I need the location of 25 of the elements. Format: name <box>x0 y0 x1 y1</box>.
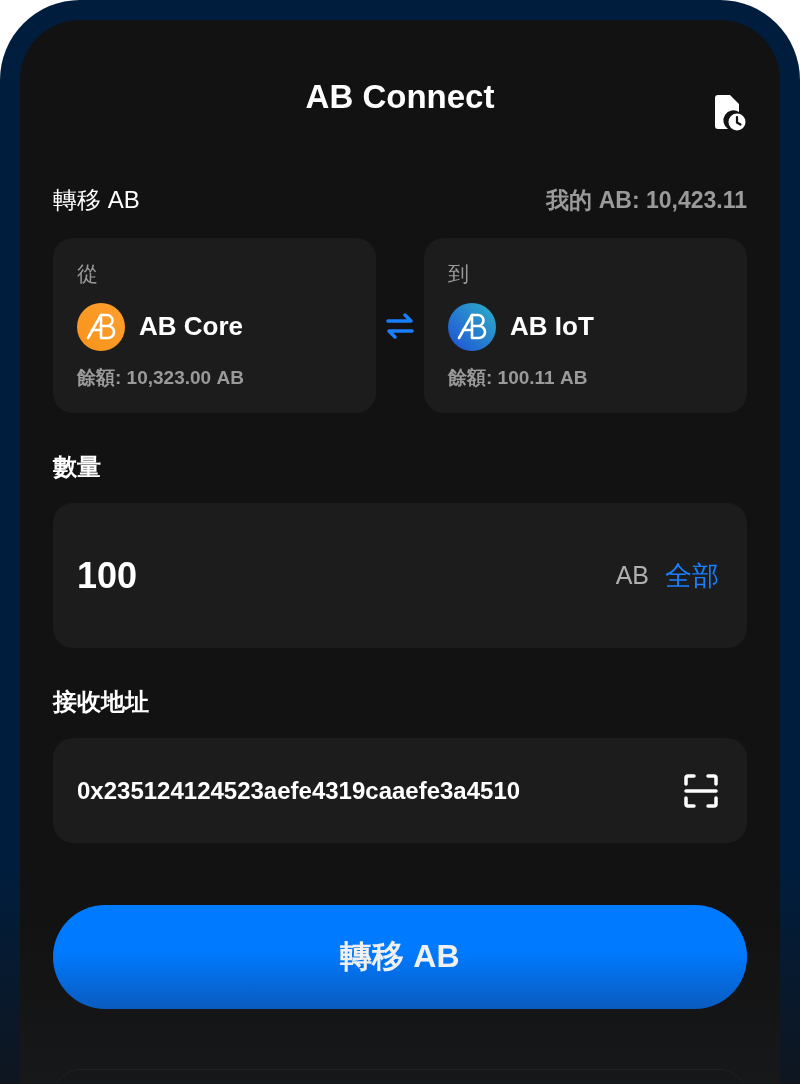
coin-logo-icon <box>448 302 496 351</box>
account-balance: 餘額: 10,323.00 AB <box>77 366 245 390</box>
address-value: 0x235124124523aefe4319caaefe3a4510 <box>77 776 522 805</box>
amount-field[interactable]: 100 AB 全部 <box>53 503 747 648</box>
field-label: 數量 <box>53 452 102 482</box>
account-card[interactable]: 從 AB Core 餘額: 10,323.00 AB <box>53 238 376 413</box>
max-button[interactable]: 全部 <box>665 557 719 594</box>
scan-icon[interactable] <box>683 772 719 809</box>
account-name: AB Core <box>139 311 243 342</box>
card-label: 到 <box>448 261 470 287</box>
section-title: 轉移 AB <box>53 185 140 215</box>
transfer-button[interactable]: 轉移 AB <box>53 905 747 1009</box>
amount-value: 100 <box>77 554 139 597</box>
account-name: AB IoT <box>510 311 594 342</box>
coin-logo-icon <box>77 302 125 351</box>
swap-icon[interactable] <box>385 311 415 340</box>
card-label: 從 <box>77 261 99 287</box>
history-icon[interactable] <box>713 94 747 132</box>
account-balance: 餘額: 100.11 AB <box>448 366 589 390</box>
field-label: 接收地址 <box>53 687 150 717</box>
account-card[interactable]: 到 AB IoT 餘額: 100.11 AB <box>424 238 747 413</box>
address-field[interactable]: 0x235124124523aefe4319caaefe3a4510 <box>53 738 747 843</box>
unit-label: AB <box>615 561 649 590</box>
total-balance: 我的 AB: 10,423.11 <box>546 185 747 215</box>
app-title: AB Connect <box>305 77 495 116</box>
